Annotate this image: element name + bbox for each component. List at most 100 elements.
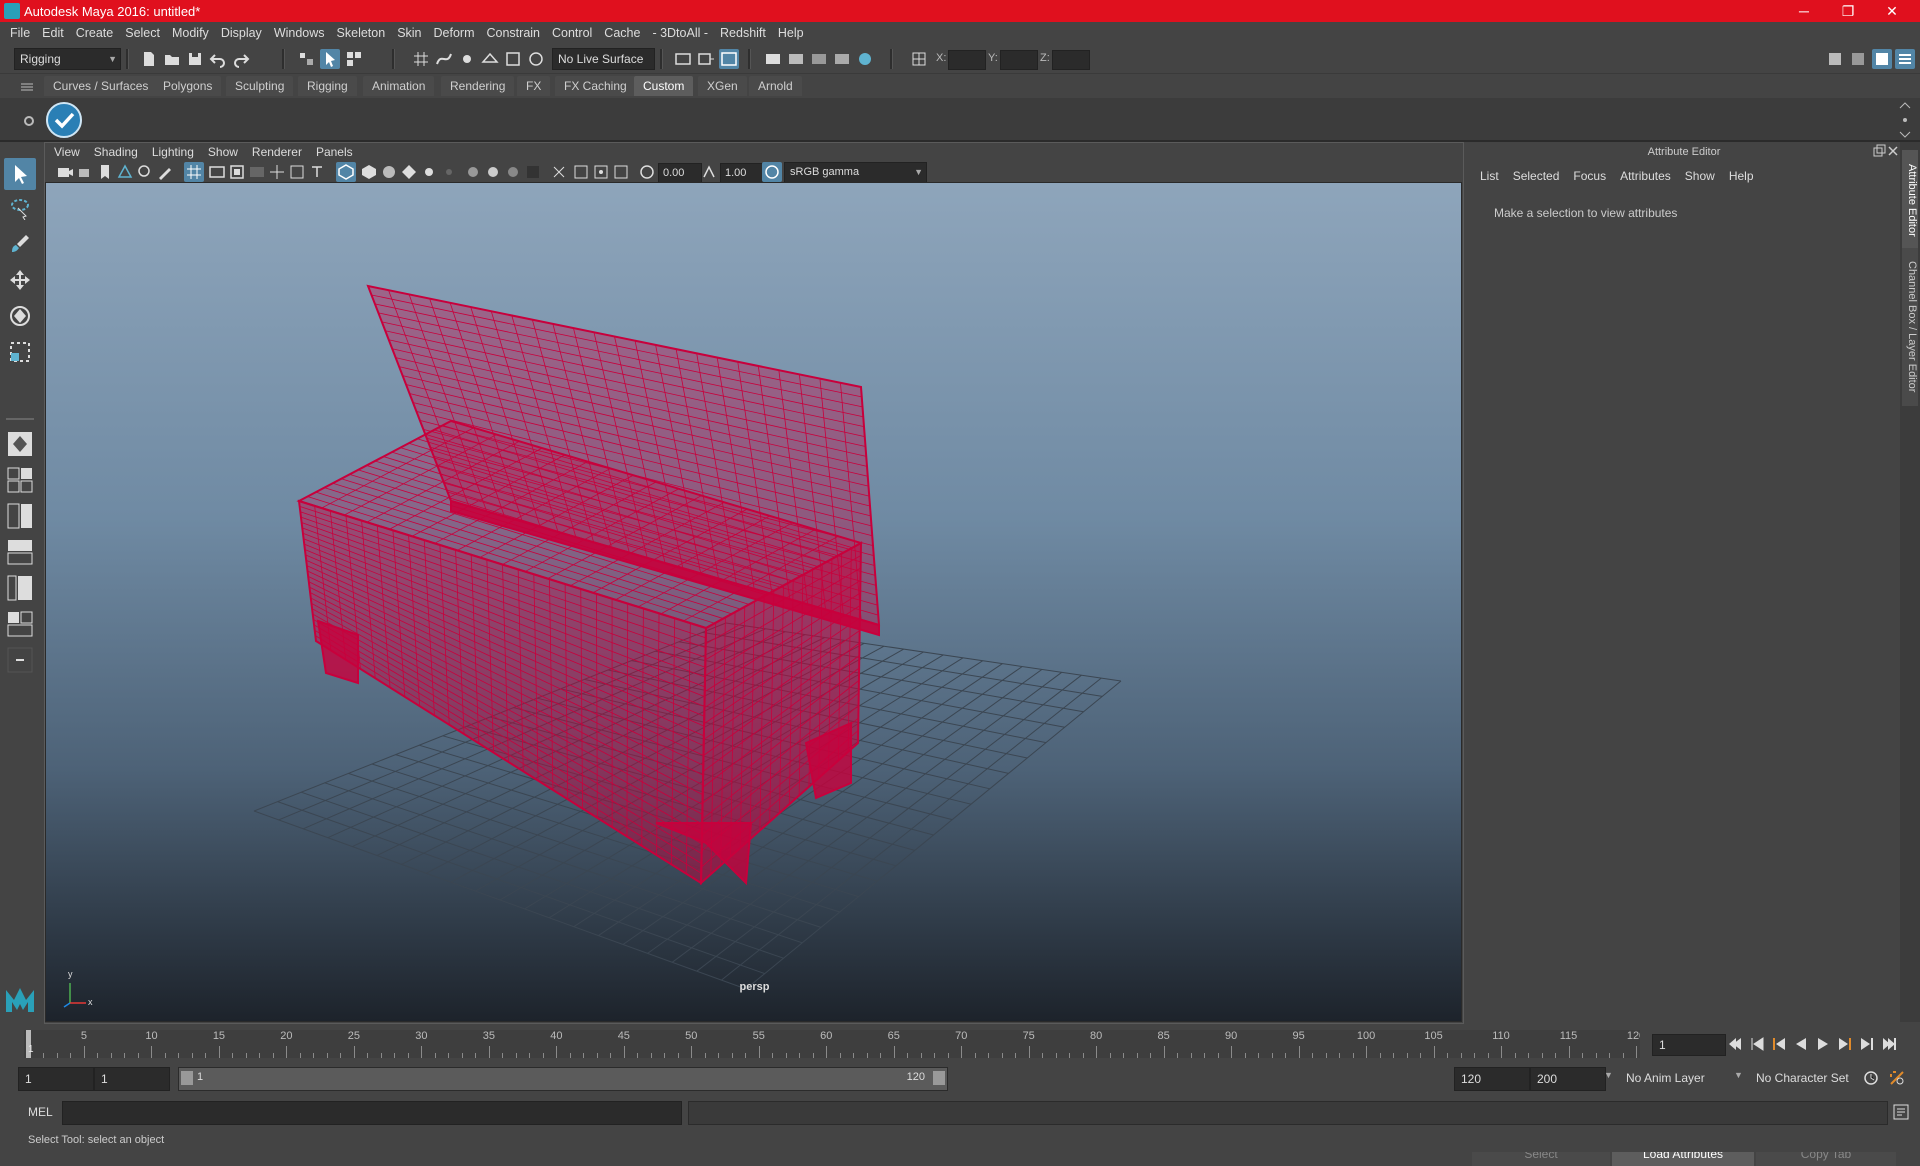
gamma-icon[interactable]	[700, 163, 718, 181]
viewport-menu-show[interactable]: Show	[208, 145, 238, 159]
snap-surface-icon[interactable]	[504, 50, 522, 68]
tab-fx[interactable]: FX	[517, 76, 550, 96]
playback-end-input[interactable]: 120	[1454, 1067, 1530, 1091]
new-scene-icon[interactable]	[140, 50, 158, 68]
channel-box-toggle-button[interactable]	[1895, 49, 1915, 69]
snap-grid-icon[interactable]	[412, 50, 430, 68]
hypershade-layout-button[interactable]	[4, 608, 36, 640]
redo-icon[interactable]	[232, 50, 250, 68]
menu-control[interactable]: Control	[552, 26, 592, 40]
film-gate-icon[interactable]	[208, 163, 226, 181]
single-pane-layout-button[interactable]	[4, 428, 36, 460]
step-forward-frame-icon[interactable]	[1858, 1035, 1876, 1053]
go-to-end-icon[interactable]	[1880, 1035, 1898, 1053]
play-backwards-icon[interactable]	[1792, 1035, 1810, 1053]
rotate-tool-button[interactable]	[4, 300, 36, 332]
menu-skin[interactable]: Skin	[397, 26, 421, 40]
color-management-toggle-button[interactable]	[762, 162, 782, 182]
float-panel-icon[interactable]	[1872, 144, 1886, 158]
move-tool-button[interactable]	[4, 264, 36, 296]
tab-channel-box-layer-editor[interactable]: Channel Box / Layer Editor	[1902, 248, 1918, 406]
exposure-input[interactable]: 0.00	[658, 163, 702, 183]
character-set-dropdown[interactable]: No Character Set	[1750, 1067, 1874, 1089]
menu-constrain[interactable]: Constrain	[487, 26, 541, 40]
viewport-menu-shading[interactable]: Shading	[94, 145, 138, 159]
anim-layer-dropdown[interactable]: No Anim Layer	[1620, 1067, 1746, 1089]
play-forwards-icon[interactable]	[1814, 1035, 1832, 1053]
menu-3dtoall[interactable]: - 3DtoAll -	[652, 26, 708, 40]
range-start-handle[interactable]	[181, 1071, 193, 1085]
snap-curve-icon[interactable]	[435, 50, 453, 68]
xray-joints-icon[interactable]	[592, 163, 610, 181]
select-tool-button[interactable]	[4, 158, 36, 190]
attribute-editor-toggle-button[interactable]	[1872, 49, 1892, 69]
chevron-down-icon[interactable]: ▼	[1604, 1070, 1613, 1080]
shelf-settings-gear-icon[interactable]	[20, 112, 38, 130]
ambient-occlusion-icon[interactable]	[464, 163, 482, 181]
ae-menu-list[interactable]: List	[1480, 169, 1499, 183]
bookmark-icon[interactable]	[96, 163, 114, 181]
anti-aliasing-icon[interactable]	[504, 163, 522, 181]
paint-select-tool-button[interactable]	[4, 228, 36, 260]
menu-modify[interactable]: Modify	[172, 26, 209, 40]
2d-pan-zoom-icon[interactable]	[136, 163, 154, 181]
ae-menu-selected[interactable]: Selected	[1513, 169, 1560, 183]
safe-action-icon[interactable]	[288, 163, 306, 181]
viewport-menu-renderer[interactable]: Renderer	[252, 145, 302, 159]
snap-view-plane-icon[interactable]	[481, 50, 499, 68]
mel-command-input[interactable]	[62, 1101, 682, 1125]
transform-absolute-icon[interactable]	[910, 50, 928, 68]
modeling-toolkit-icon[interactable]	[1826, 50, 1844, 68]
scale-tool-button[interactable]	[4, 336, 36, 368]
hypershade-icon[interactable]	[833, 50, 851, 68]
script-editor-icon[interactable]	[1892, 1103, 1910, 1121]
lasso-tool-button[interactable]	[4, 192, 36, 224]
maximize-button[interactable]: ❐	[1826, 0, 1870, 22]
menu-windows[interactable]: Windows	[274, 26, 325, 40]
close-panel-icon[interactable]	[1886, 144, 1900, 158]
menu-help[interactable]: Help	[778, 26, 804, 40]
menu-set-dropdown[interactable]: Rigging ▼	[14, 48, 121, 70]
depth-of-field-icon[interactable]	[524, 163, 542, 181]
animation-end-input[interactable]: 200	[1530, 1067, 1606, 1091]
output-ops-icon[interactable]	[697, 50, 715, 68]
isolate-select-icon[interactable]	[550, 163, 568, 181]
script-language-label[interactable]: MEL	[28, 1105, 53, 1119]
shadows-icon[interactable]	[440, 163, 458, 181]
wireframe-toggle-button[interactable]	[336, 162, 356, 182]
gamma-input[interactable]: 1.00	[720, 163, 764, 183]
ae-menu-attributes[interactable]: Attributes	[1620, 169, 1671, 183]
menu-edit[interactable]: Edit	[42, 26, 64, 40]
menu-file[interactable]: File	[10, 26, 30, 40]
menu-redshift[interactable]: Redshift	[720, 26, 766, 40]
go-to-start-icon[interactable]	[1726, 1035, 1744, 1053]
render-view-icon[interactable]	[856, 50, 874, 68]
close-button[interactable]: ✕	[1870, 0, 1914, 22]
tab-attribute-editor[interactable]: Attribute Editor	[1902, 150, 1918, 250]
image-plane-icon[interactable]	[116, 163, 134, 181]
tab-custom[interactable]: Custom	[634, 76, 693, 96]
tab-rigging[interactable]: Rigging	[298, 76, 357, 96]
field-chart-icon[interactable]	[268, 163, 286, 181]
exposure-icon[interactable]	[638, 163, 656, 181]
animation-preferences-icon[interactable]	[1888, 1069, 1906, 1087]
textured-icon[interactable]	[400, 163, 418, 181]
camera-lock-icon[interactable]	[76, 163, 94, 181]
undo-icon[interactable]	[209, 50, 227, 68]
range-slider[interactable]: 1 120	[178, 1067, 948, 1091]
resolution-gate-icon[interactable]	[228, 163, 246, 181]
smooth-shade-icon[interactable]	[360, 163, 378, 181]
x-input[interactable]	[948, 50, 986, 70]
auto-key-icon[interactable]	[1862, 1069, 1880, 1087]
default-material-icon[interactable]	[380, 163, 398, 181]
tab-animation[interactable]: Animation	[363, 76, 434, 96]
render-current-frame-icon[interactable]	[764, 50, 782, 68]
tab-arnold[interactable]: Arnold	[749, 76, 802, 96]
select-objects-mode-button[interactable]	[320, 49, 340, 69]
more-layouts-button[interactable]	[4, 644, 36, 676]
menu-cache[interactable]: Cache	[604, 26, 640, 40]
menu-deform[interactable]: Deform	[434, 26, 475, 40]
render-settings-icon[interactable]	[810, 50, 828, 68]
step-back-frame-icon[interactable]	[1748, 1035, 1766, 1053]
save-scene-icon[interactable]	[186, 50, 204, 68]
